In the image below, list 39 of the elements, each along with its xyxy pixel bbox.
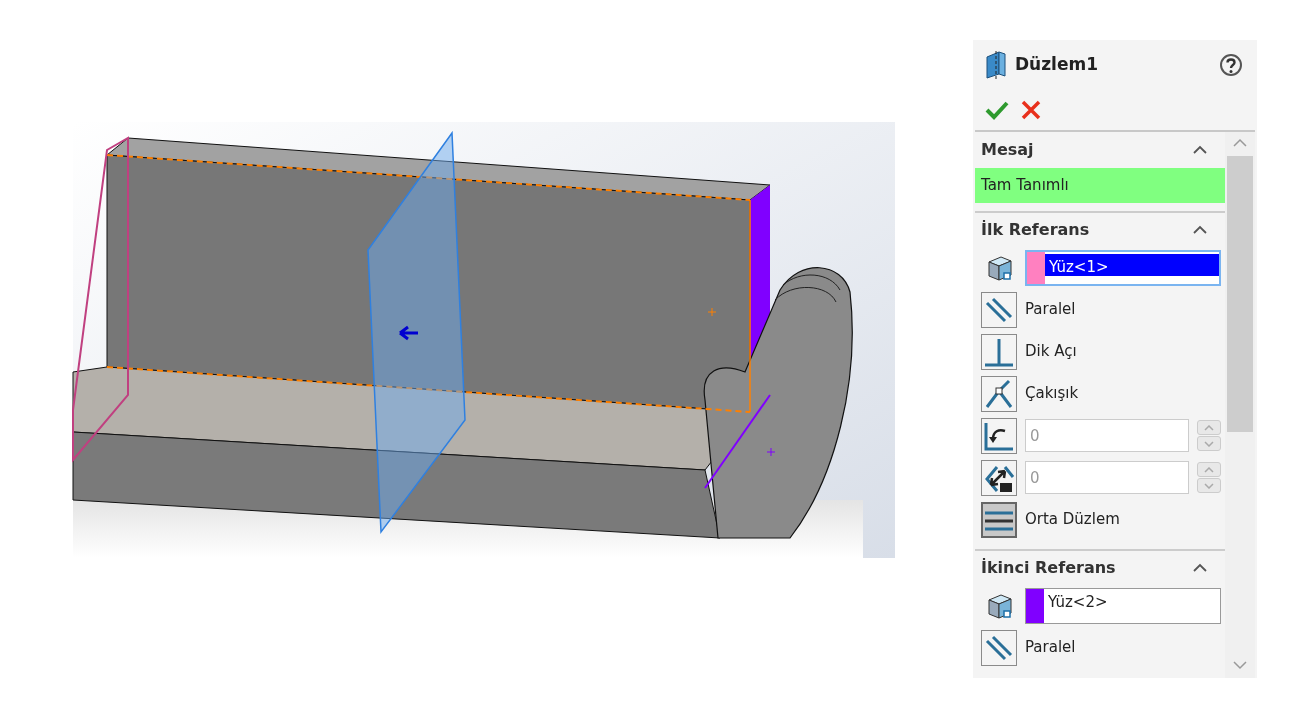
chevron-up-icon <box>1204 424 1214 431</box>
selection-field[interactable]: Yüz<2> <box>1025 587 1221 624</box>
option-label: Paralel <box>1025 637 1076 659</box>
message-text: Tam Tanımlı <box>975 168 1225 203</box>
chevron-up-icon <box>1193 562 1207 573</box>
selection-field[interactable]: Yüz<1> <box>1025 249 1221 286</box>
option-toggle-button[interactable] <box>981 501 1017 538</box>
chevron-down-icon <box>1204 440 1214 447</box>
scrollbar[interactable] <box>1225 132 1255 678</box>
help-icon <box>1219 53 1243 77</box>
plane-icon <box>985 51 1007 79</box>
chevron-up-icon <box>1204 466 1214 473</box>
chevron-down-icon <box>1204 482 1214 489</box>
perpendicular-icon <box>983 336 1015 367</box>
close-icon <box>1021 100 1041 120</box>
scrollbar-thumb[interactable] <box>1227 156 1253 432</box>
checkmark-icon <box>985 100 1009 120</box>
scroll-down-icon <box>1233 660 1247 670</box>
coincident-icon <box>983 378 1015 409</box>
option-label: Paralel <box>1025 299 1076 321</box>
scroll-up-icon <box>1233 138 1247 148</box>
section-title: İkinci Referans <box>981 556 1116 579</box>
face-cube-icon <box>985 253 1013 282</box>
angle-icon <box>983 420 1015 451</box>
face-cube-icon <box>985 591 1013 620</box>
option-label: Dik Açı <box>1025 341 1077 363</box>
option-toggle-button[interactable] <box>981 333 1017 370</box>
chevron-up-icon <box>1193 224 1207 235</box>
panel-title: Düzlem1 <box>1015 53 1098 77</box>
option-label: Çakışık <box>1025 383 1079 405</box>
section-title: Mesaj <box>981 139 1034 161</box>
option-toggle-button[interactable] <box>981 375 1017 412</box>
section-title: İlk Referans <box>981 218 1090 241</box>
option-toggle-button[interactable] <box>981 629 1017 666</box>
option-label: Orta Düzlem <box>1025 509 1120 531</box>
option-toggle-button[interactable] <box>981 459 1017 496</box>
option-toggle-button[interactable] <box>981 417 1017 454</box>
option-toggle-button[interactable] <box>981 291 1017 328</box>
chevron-up-icon <box>1193 145 1207 155</box>
